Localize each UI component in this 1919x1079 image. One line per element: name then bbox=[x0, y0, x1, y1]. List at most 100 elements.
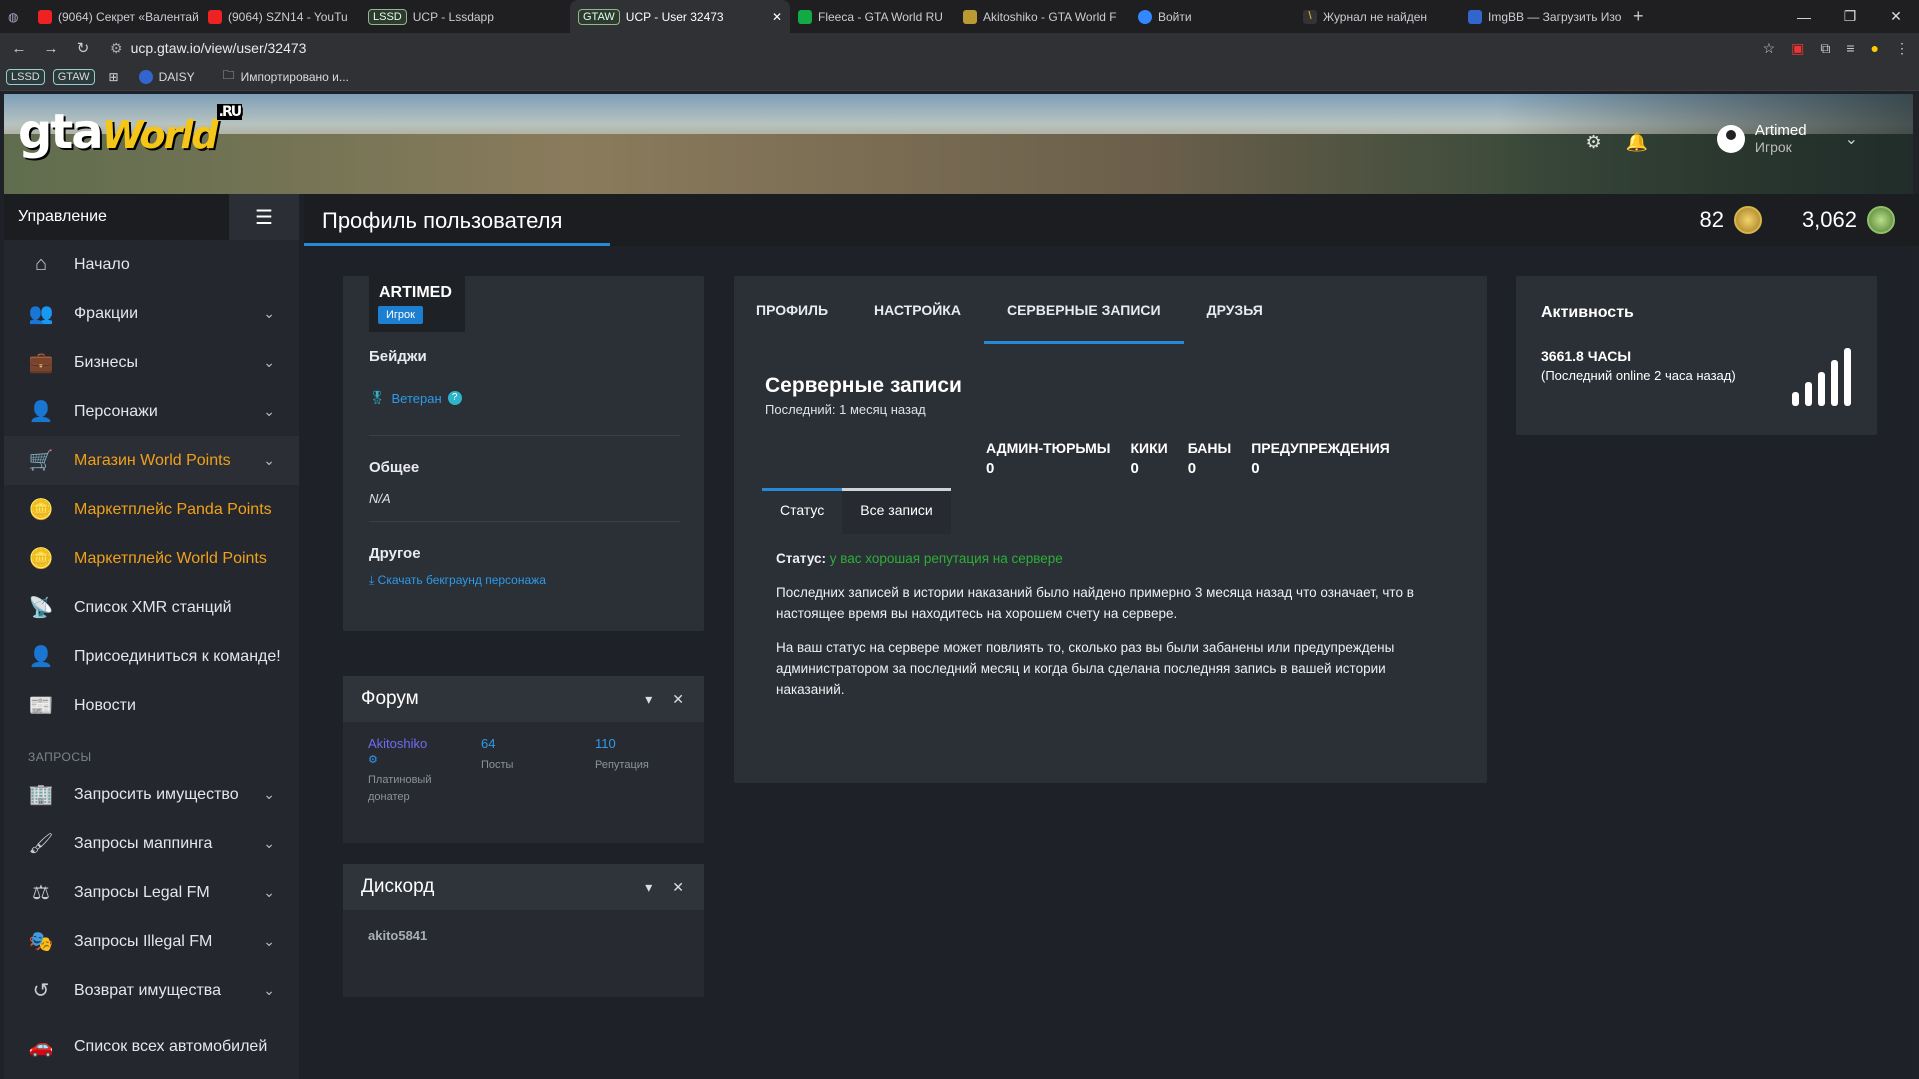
menu-icon[interactable]: ⋮ bbox=[1895, 40, 1909, 57]
close-icon[interactable]: ✕ bbox=[672, 691, 684, 708]
user-role: Игрок bbox=[1754, 139, 1792, 155]
close-tab-icon[interactable]: ✕ bbox=[772, 10, 782, 24]
sidebar-item-label: Начало bbox=[74, 255, 130, 273]
tab-label: (9064) Секрет «Валентай bbox=[58, 9, 199, 24]
sidebar-item-panda-marketplace[interactable]: 🪙 Маркетплейс Panda Points bbox=[4, 485, 299, 534]
collapse-icon[interactable]: ▾ bbox=[645, 879, 652, 896]
world-points-value: 82 bbox=[1699, 207, 1724, 232]
url-field[interactable]: ⚙ ucp.gtaw.io/view/user/32473 bbox=[110, 40, 306, 57]
subtab-all-records[interactable]: Все записи bbox=[842, 488, 952, 534]
new-tab-button[interactable]: + bbox=[1625, 0, 1652, 33]
signal-bar bbox=[1831, 360, 1838, 406]
discord-card-body: akito5841 bbox=[343, 910, 704, 997]
help-icon[interactable]: ? bbox=[447, 391, 462, 405]
notification-bell-icon[interactable]: 🔔 bbox=[1626, 132, 1648, 153]
sidebar-item-illegal-fm[interactable]: 🎭 Запросы Illegal FM ⌄ bbox=[4, 917, 299, 966]
reload-icon[interactable]: ↻ bbox=[70, 39, 96, 57]
sidebar-item-wp-marketplace[interactable]: 🪙 Маркетплейс World Points bbox=[4, 534, 299, 583]
maximize-icon[interactable]: ❐ bbox=[1827, 8, 1873, 25]
forum-card-header: Форум ▾ ✕ bbox=[343, 676, 704, 722]
browser-tab-6[interactable]: Akitoshiko - GTA World F bbox=[955, 0, 1130, 33]
close-icon[interactable]: ✕ bbox=[672, 879, 684, 896]
coins-icon: 🪙 bbox=[28, 499, 54, 521]
sidebar-item-label: Маркетплейс Panda Points bbox=[74, 500, 272, 518]
chevron-down-icon[interactable]: ⌄ bbox=[263, 305, 275, 322]
logo-ru: .RU bbox=[216, 104, 242, 120]
browser-tab-8[interactable]: \ Журнал не найден bbox=[1295, 0, 1460, 33]
browser-tab-4[interactable]: GTAW UCP - User 32473 ✕ bbox=[570, 0, 790, 33]
sidebar-item-businesses[interactable]: 💼 Бизнесы ⌄ bbox=[4, 338, 299, 387]
tab-profile[interactable]: ПРОФИЛЬ bbox=[756, 276, 851, 344]
profile-card: ARTIMED Игрок Бейджи 🎖 Ветеран ? Общее N… bbox=[343, 272, 704, 631]
bookmark-folder[interactable]: 🗀 Импортировано и... bbox=[223, 66, 349, 87]
puzzle-icon[interactable]: ⧉ bbox=[1820, 40, 1830, 57]
bookmark-item[interactable]: DAISY bbox=[138, 69, 195, 84]
veteran-badge[interactable]: 🎖 Ветеран ? bbox=[369, 390, 462, 406]
world-points[interactable]: 82 bbox=[1699, 206, 1762, 234]
sidebar-item-wp-shop[interactable]: 🛒 Магазин World Points ⌄ bbox=[4, 436, 299, 485]
user-info: Artimed Игрок bbox=[1755, 122, 1807, 155]
user-plus-icon: 👤 bbox=[28, 646, 54, 668]
chevron-down-icon[interactable]: ⌄ bbox=[263, 982, 275, 999]
points-display: 82 3,062 bbox=[1699, 206, 1895, 234]
chevron-down-icon[interactable]: ⌄ bbox=[263, 354, 275, 371]
sidebar-item-factions[interactable]: 👥 Фракции ⌄ bbox=[4, 289, 299, 338]
tab-group-tag[interactable]: LSSD bbox=[368, 8, 407, 25]
extension-icon[interactable]: ▣ bbox=[1791, 40, 1804, 57]
chevron-down-icon[interactable]: ⌄ bbox=[263, 452, 275, 469]
sidebar-item-cars[interactable]: 🚗 Список всех автомобилей bbox=[4, 1022, 299, 1071]
bookmark-folder[interactable]: LSSD bbox=[6, 68, 45, 85]
browser-tab-2[interactable]: (9064) SZN14 - YouTu bbox=[200, 0, 360, 33]
browser-menu-icon[interactable]: ◍ bbox=[0, 0, 30, 33]
browser-tab-5[interactable]: Fleeca - GTA World RU bbox=[790, 0, 955, 33]
close-window-icon[interactable]: ✕ bbox=[1873, 8, 1919, 25]
hamburger-menu-icon[interactable]: ☰ bbox=[229, 194, 299, 240]
sidebar-item-property-refund[interactable]: ↺ Возврат имущества ⌄ bbox=[4, 966, 299, 1015]
sidebar-item-xmr-stations[interactable]: 📡 Список XMR станций bbox=[4, 583, 299, 632]
sidebar-item-label: Список всех автомобилей bbox=[74, 1037, 268, 1055]
browser-tab-1[interactable]: (9064) Секрет «Валентай bbox=[30, 0, 200, 33]
sidebar-item-request-property[interactable]: 🏢 Запросить имущество ⌄ bbox=[4, 770, 299, 819]
download-link-label: Скачать бекграунд персонажа bbox=[377, 573, 546, 587]
panda-points[interactable]: 3,062 bbox=[1802, 206, 1895, 234]
chevron-down-icon[interactable]: ⌄ bbox=[263, 884, 275, 901]
gta-world-logo[interactable]: gtaWorld.RU bbox=[18, 104, 242, 160]
youtube-icon bbox=[38, 9, 52, 24]
browser-tab-7[interactable]: Войти bbox=[1130, 0, 1295, 33]
sidebar-item-mapping-requests[interactable]: 🖌 Запросы маппинга ⌄ bbox=[4, 819, 299, 868]
subtab-status[interactable]: Статус bbox=[762, 488, 843, 534]
sidebar-item-news[interactable]: 📰 Новости bbox=[4, 681, 299, 730]
chevron-down-icon[interactable]: ⌄ bbox=[263, 835, 275, 852]
sidebar-item-legal-fm[interactable]: ⚖ Запросы Legal FM ⌄ bbox=[4, 868, 299, 917]
tab-group-tag[interactable]: GTAW bbox=[578, 8, 620, 25]
minimize-icon[interactable]: — bbox=[1781, 9, 1827, 25]
media-icon[interactable]: ≡ bbox=[1846, 40, 1854, 56]
profile-icon[interactable]: ● bbox=[1871, 40, 1879, 56]
chevron-down-icon[interactable]: ⌄ bbox=[263, 403, 275, 420]
forward-icon[interactable]: → bbox=[38, 40, 64, 57]
back-icon[interactable]: ← bbox=[6, 40, 32, 57]
forum-username[interactable]: Akitoshiko bbox=[368, 736, 448, 751]
browser-tab-9[interactable]: ImgBB — Загрузить Изо bbox=[1460, 0, 1625, 33]
apps-icon[interactable]: ⊞ bbox=[109, 70, 119, 84]
site-info-icon[interactable]: ⚙ bbox=[110, 40, 123, 57]
stat-label: КИКИ bbox=[1130, 440, 1168, 456]
collapse-icon[interactable]: ▾ bbox=[645, 691, 652, 708]
tab-friends[interactable]: ДРУЗЬЯ bbox=[1184, 276, 1286, 344]
avatar bbox=[1716, 124, 1745, 153]
user-menu[interactable]: Artimed Игрок ⌄ bbox=[1716, 122, 1858, 155]
status-label: Статус: bbox=[776, 551, 826, 566]
bookmark-star-icon[interactable]: ☆ bbox=[1763, 40, 1776, 57]
chevron-down-icon[interactable]: ⌄ bbox=[263, 786, 275, 803]
sidebar-item-characters[interactable]: 👤 Персонажи ⌄ bbox=[4, 387, 299, 436]
tab-settings[interactable]: НАСТРОЙКА bbox=[851, 276, 984, 344]
settings-gear-icon[interactable]: ⚙ bbox=[1585, 132, 1601, 153]
tab-server-records[interactable]: СЕРВЕРНЫЕ ЗАПИСИ bbox=[983, 276, 1184, 344]
chevron-down-icon[interactable]: ⌄ bbox=[263, 933, 275, 950]
browser-tab-3[interactable]: LSSD UCP - Lssdapp bbox=[360, 0, 570, 33]
bookmark-folder[interactable]: GTAW bbox=[52, 68, 95, 85]
imgbb-icon bbox=[1468, 9, 1482, 24]
sidebar-item-join-team[interactable]: 👤 Присоединиться к команде! bbox=[4, 632, 299, 681]
download-background-link[interactable]: ⤓ Скачать бекграунд персонажа bbox=[369, 573, 546, 588]
sidebar-item-home[interactable]: ⌂ Начало bbox=[4, 240, 299, 289]
